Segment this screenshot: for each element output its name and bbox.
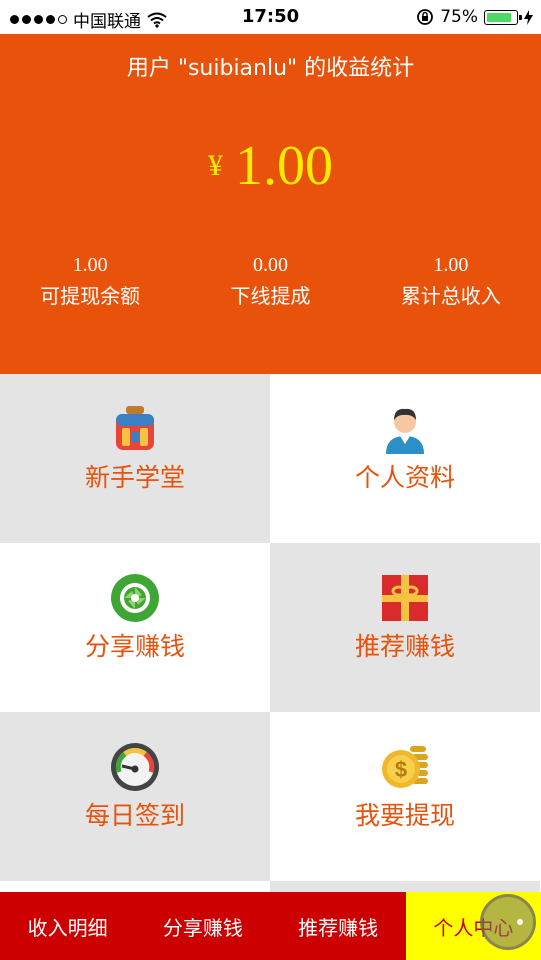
tab-referral-earn[interactable]: 推荐赚钱 [270,892,406,960]
total-earnings: ¥1.00 [0,134,541,198]
stat-value: 0.00 [252,254,288,276]
battery-icon [484,9,522,25]
stat-withdrawable: 1.00 可提现余额 [0,252,180,314]
charging-bolt-icon [524,9,533,25]
currency-symbol: ¥ [208,149,223,182]
stat-label: 可提现余额 [40,284,141,308]
user-avatar-icon [386,408,424,454]
stat-label: 下线提成 [230,284,311,308]
coin-dollar-icon: $ [382,746,428,788]
assistive-touch-button[interactable] [480,894,536,950]
earnings-header: 用户 "suibianlu" 的收益统计 ¥1.00 1.00 可提现余额 0.… [0,34,541,374]
menu-label: 新手学堂 [84,463,185,492]
menu-label: 我要提现 [354,801,455,830]
menu-share-earn[interactable]: 分享赚钱 [0,543,270,712]
total-amount: 1.00 [235,135,333,197]
status-bar: 中国联通 17:50 75% [0,0,541,34]
bottom-nav: 收入明细 分享赚钱 推荐赚钱 个人中心 [0,892,541,960]
stat-total-income: 1.00 累计总收入 [361,252,541,314]
menu-daily-checkin[interactable]: 每日签到 [0,712,270,881]
menu-label: 个人资料 [354,463,455,492]
menu-profile[interactable]: 个人资料 [270,374,540,543]
menu-withdraw[interactable]: $ 我要提现 [270,712,540,881]
menu-referral-earn[interactable]: 推荐赚钱 [270,543,540,712]
svg-text:$: $ [395,757,407,782]
battery-percent: 75% [440,7,478,27]
gift-box-icon [382,575,428,621]
gauge-icon [111,743,159,791]
stat-value: 1.00 [433,254,469,276]
backpack-icon [116,406,154,450]
menu-label: 推荐赚钱 [354,632,455,661]
stat-value: 1.00 [72,254,108,276]
tab-share-earn[interactable]: 分享赚钱 [135,892,271,960]
tab-income-details[interactable]: 收入明细 [0,892,136,960]
rotation-lock-icon [417,9,434,25]
menu-label: 每日签到 [84,801,185,830]
menu-beginner-school[interactable]: 新手学堂 [0,374,270,543]
stat-label: 累计总收入 [400,284,501,308]
menu-label: 分享赚钱 [84,632,185,661]
stat-commission: 0.00 下线提成 [180,252,360,314]
page-title: 用户 "suibianlu" 的收益统计 [126,56,415,81]
share-lens-icon [111,574,159,622]
battery-group: 75% [416,7,533,27]
stats-row: 1.00 可提现余额 0.00 下线提成 1.00 累计总收入 [0,252,541,314]
